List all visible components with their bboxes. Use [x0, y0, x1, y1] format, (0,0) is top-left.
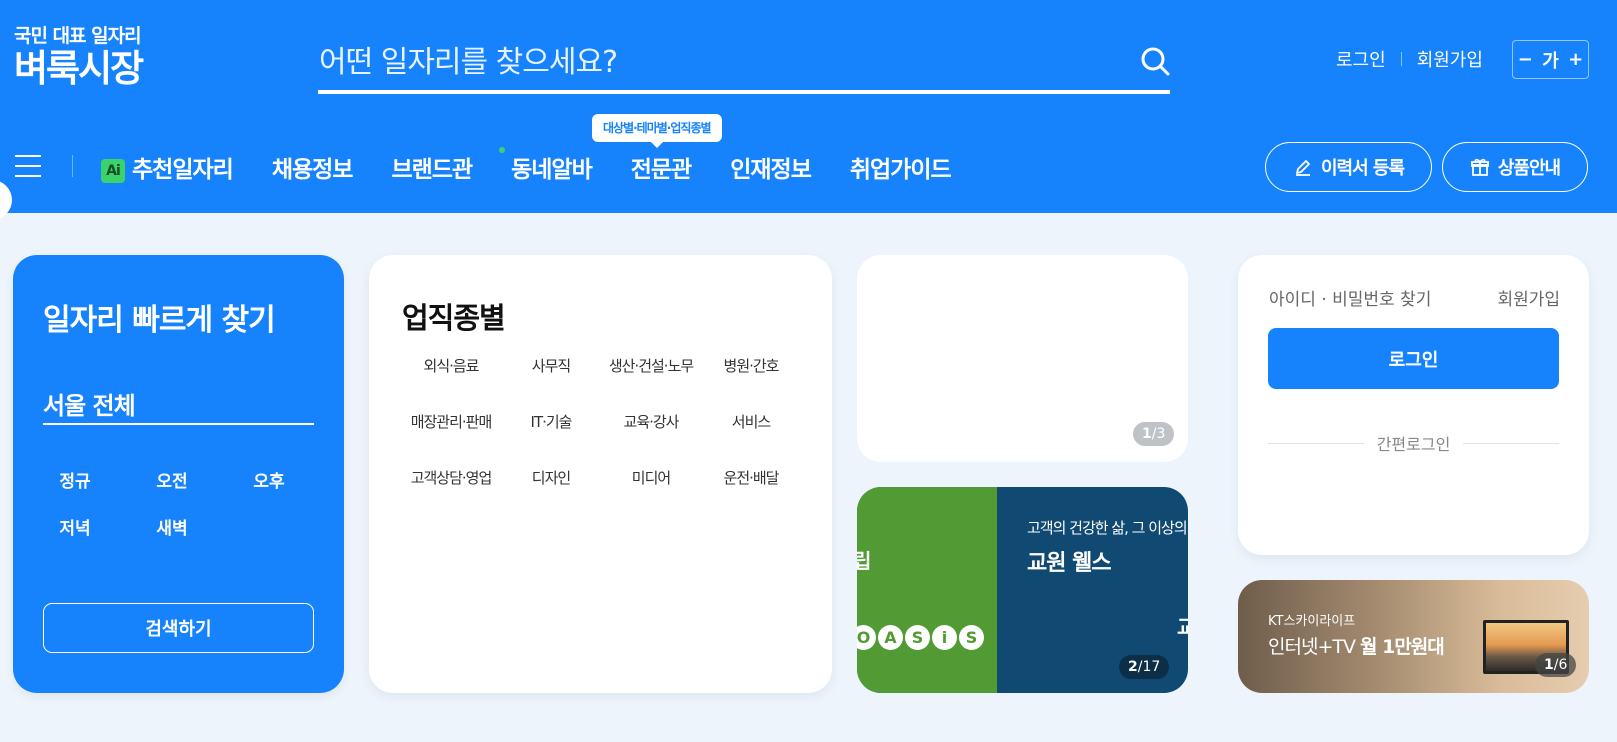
banner-pager: 2/17: [1119, 655, 1170, 679]
job-category-item[interactable]: 생산·건설·노무: [601, 355, 701, 376]
shift-option[interactable]: 저녁: [43, 514, 107, 539]
banner-pager: 1/3: [1133, 422, 1175, 446]
product-info-button[interactable]: 상품안내: [1442, 142, 1588, 192]
logo-letter: A: [878, 625, 903, 650]
top-banner-slider[interactable]: 1/3: [857, 255, 1188, 462]
ad-title-prefix: 인터넷+TV: [1268, 636, 1361, 658]
logo-letter: O: [857, 625, 876, 650]
simple-login-divider: 간편로그인: [1268, 431, 1560, 455]
search-icon[interactable]: [1138, 44, 1174, 80]
banner-pager: 1/6: [1535, 653, 1577, 677]
job-category-list: 외식·음료 사무직 생산·건설·노무 병원·간호 매장관리·판매 IT·기술 교…: [401, 355, 801, 488]
search-input[interactable]: [319, 40, 1109, 84]
banner-green-panel: 립 O A S i S: [857, 487, 997, 693]
font-increase-button[interactable]: +: [1568, 49, 1583, 70]
login-button[interactable]: 로그인: [1268, 328, 1559, 389]
pager-current: 1: [1544, 657, 1554, 673]
pencil-icon: [1295, 160, 1310, 176]
job-category-item[interactable]: IT·기술: [501, 411, 601, 432]
shift-option[interactable]: 오후: [237, 467, 301, 492]
new-dot-icon: [499, 147, 506, 153]
nav-item-brands[interactable]: 브랜드관: [391, 150, 473, 184]
find-account-link[interactable]: 아이디 · 비밀번호 찾기: [1269, 285, 1431, 310]
job-category-card: 업직종별 외식·음료 사무직 생산·건설·노무 병원·간호 매장관리·판매 IT…: [369, 255, 832, 693]
ad-brand: KT스카이라이프: [1268, 614, 1356, 629]
main-nav: Ai 추천일자리 채용정보 브랜드관 동네알바 전문관 인재정보 취업가이드: [101, 147, 990, 184]
search-bar: [318, 36, 1170, 94]
divider-line: [1268, 442, 1364, 444]
job-category-item[interactable]: 운전·배달: [701, 467, 801, 488]
nav-item-specialty[interactable]: 전문관: [631, 150, 692, 184]
font-decrease-button[interactable]: −: [1518, 49, 1533, 70]
logo-title: 벼룩시장: [14, 47, 144, 90]
job-category-item[interactable]: 사무직: [501, 355, 601, 376]
quick-search-button[interactable]: 검색하기: [43, 603, 314, 653]
ai-badge-icon: Ai: [101, 159, 125, 183]
resume-register-label: 이력서 등록: [1320, 158, 1405, 179]
nav-item-career-guide[interactable]: 취업가이드: [850, 150, 952, 184]
logo-subtitle: 국민 대표 일자리: [14, 25, 142, 47]
shift-option[interactable]: 정규: [43, 467, 107, 492]
shift-option[interactable]: 오전: [140, 467, 204, 492]
resume-register-button[interactable]: 이력서 등록: [1265, 142, 1432, 192]
nav-item-recommended[interactable]: Ai 추천일자리: [101, 150, 234, 184]
nav-label: 동네알바: [511, 157, 593, 183]
pager-total: /3: [1151, 426, 1166, 442]
join-link[interactable]: 회원가입: [1497, 285, 1560, 310]
logo[interactable]: 국민 대표 일자리 벼룩시장: [14, 25, 144, 91]
divider-line: [1463, 442, 1560, 444]
job-category-item[interactable]: 병원·간호: [701, 355, 801, 376]
job-category-item[interactable]: 외식·음료: [401, 355, 501, 376]
logo-letter: S: [959, 625, 984, 650]
pager-total: /17: [1137, 659, 1161, 675]
pager-current: 2: [1128, 659, 1138, 675]
header-corner-decoration: [0, 180, 12, 220]
job-category-title: 업직종별: [402, 301, 506, 335]
product-info-label: 상품안내: [1497, 158, 1561, 179]
ad-title-highlight: 월 1만원대: [1360, 636, 1445, 658]
quick-job-finder: 일자리 빠르게 찾기 서울 전체 정규 오전 오후 저녁 새벽 검색하기: [13, 255, 344, 693]
job-category-item[interactable]: 디자인: [501, 467, 601, 488]
region-selector[interactable]: 서울 전체: [43, 386, 314, 425]
ad-banner-slider[interactable]: KT스카이라이프 인터넷+TV 월 1만원대 1/6: [1238, 580, 1589, 693]
hamburger-menu-icon[interactable]: [15, 155, 41, 177]
job-category-item[interactable]: 미디어: [601, 467, 701, 488]
login-link[interactable]: 로그인: [1336, 46, 1386, 72]
site-header: 국민 대표 일자리 벼룩시장 로그인 회원가입 − 가 + Ai 추천일자리 채용…: [0, 0, 1617, 220]
logo-letter: S: [905, 625, 930, 650]
quick-finder-title: 일자리 빠르게 찾기: [43, 303, 276, 338]
font-size-label: 가: [1542, 50, 1559, 72]
logo-letter: i: [932, 625, 957, 650]
banner-title: 교원 웰스: [1027, 551, 1112, 576]
pager-total: /6: [1553, 657, 1568, 673]
job-category-item[interactable]: 서비스: [701, 411, 801, 432]
banner-green-text: 립: [857, 549, 872, 573]
account-links: 로그인 회원가입: [1336, 46, 1483, 72]
gift-icon: [1470, 158, 1489, 176]
font-size-control: − 가 +: [1512, 40, 1589, 79]
specialty-tooltip: 대상별·테마별·업직종별: [592, 114, 722, 148]
ad-title: 인터넷+TV 월 1만원대: [1268, 632, 1445, 659]
nav-item-talent[interactable]: 인재정보: [730, 150, 812, 184]
nav-divider: [72, 155, 73, 177]
nav-item-local-parttime[interactable]: 동네알바: [499, 147, 593, 184]
job-category-item[interactable]: 교육·강사: [601, 411, 701, 432]
shift-option[interactable]: 새벽: [140, 514, 204, 539]
nav-label: 추천일자리: [132, 157, 234, 183]
shift-options: 정규 오전 오후 저녁 새벽: [43, 467, 333, 539]
link-divider: [1400, 52, 1402, 66]
nav-item-jobs[interactable]: 채용정보: [272, 150, 354, 184]
brand-banner-slider[interactable]: 립 O A S i S 고객의 건강한 삶, 그 이상의 교원 웰스 교 2/1…: [857, 487, 1188, 693]
simple-login-label: 간편로그인: [1376, 435, 1451, 454]
job-category-item[interactable]: 매장관리·판매: [401, 411, 501, 432]
banner-edge-text: 교: [1177, 615, 1188, 639]
job-category-item[interactable]: 고객상담·영업: [401, 467, 501, 488]
pager-current: 1: [1142, 426, 1152, 442]
login-box: 아이디 · 비밀번호 찾기 회원가입 로그인 간편로그인: [1238, 255, 1589, 555]
join-link[interactable]: 회원가입: [1417, 46, 1483, 72]
oasis-logo: O A S i S: [857, 625, 986, 650]
banner-subtitle: 고객의 건강한 삶, 그 이상의: [1027, 519, 1188, 537]
